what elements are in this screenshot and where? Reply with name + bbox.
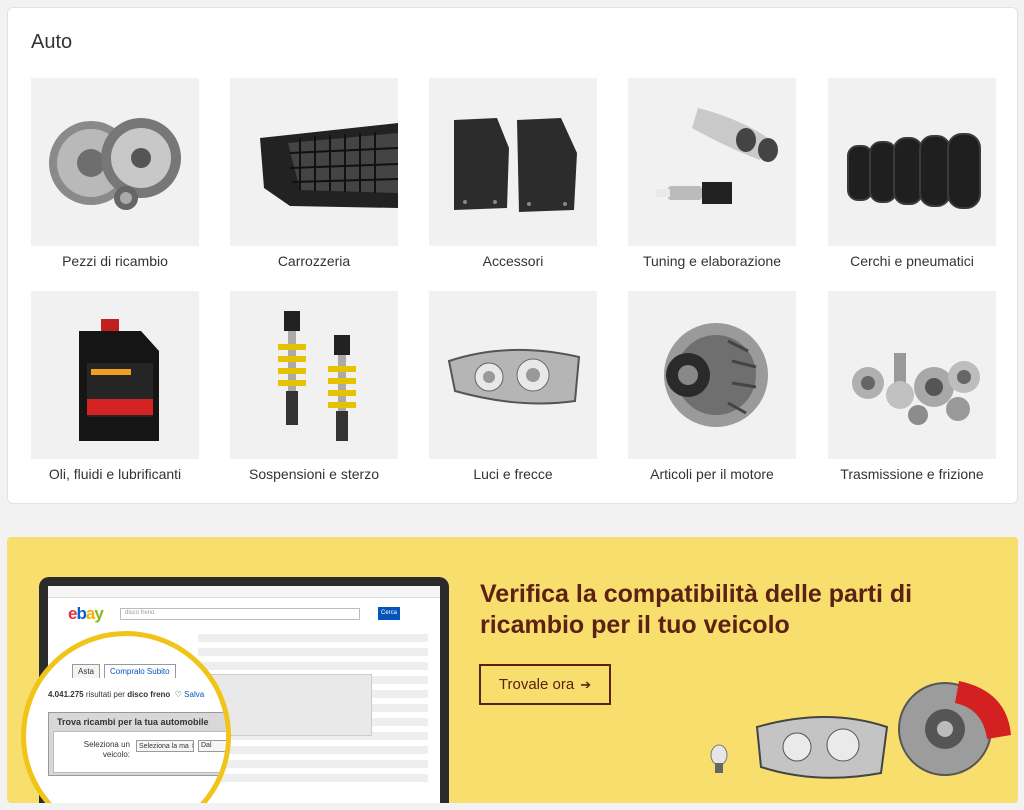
tires-image: [828, 78, 996, 246]
category-label: Luci e frecce: [473, 466, 553, 482]
auto-categories-card: Auto Pezzi di ricambio Carrozzeria Acces…: [7, 7, 1018, 504]
category-label: Articoli per il motore: [650, 466, 774, 482]
screen-topbar: [48, 586, 440, 598]
brake-disc-icon: [898, 681, 1011, 776]
select-year: Dal: [198, 740, 226, 752]
tab-compralo-subito: Compralo Subito: [104, 664, 176, 678]
category-tile-trasmissione[interactable]: Trasmissione e frizione: [828, 291, 996, 482]
category-label: Cerchi e pneumatici: [850, 253, 974, 269]
finder-title: Trova ricambi per la tua automobile: [57, 717, 209, 727]
headlight-icon: [755, 716, 889, 779]
front-bumper-image: [230, 78, 398, 246]
magnified-results-count: 4.041.275 risultati per disco freno ♡ Sa…: [48, 690, 205, 699]
compatibility-banner: ebay disco freno Cerca Asta Compralo Sub…: [7, 537, 1018, 803]
category-tile-oli[interactable]: Oli, fluidi e lubrificanti: [31, 291, 199, 482]
category-label: Oli, fluidi e lubrificanti: [48, 466, 182, 482]
category-label: Pezzi di ricambio: [62, 253, 168, 269]
section-title: Auto: [31, 31, 73, 53]
magnified-tabs: Asta Compralo Subito: [72, 664, 176, 678]
banner-title: Verifica la compatibilità delle parti di…: [480, 580, 913, 639]
heart-icon: ♡: [174, 690, 182, 699]
category-tile-motore[interactable]: Articoli per il motore: [628, 291, 796, 482]
category-label: Accessori: [482, 253, 544, 269]
tab-asta: Asta: [72, 664, 101, 678]
category-tile-pezzi-di-ricambio[interactable]: Pezzi di ricambio: [31, 78, 199, 269]
category-tile-sospensioni[interactable]: Sospensioni e sterzo: [230, 291, 398, 482]
coilovers-image: [230, 291, 398, 459]
category-tile-cerchi[interactable]: Cerchi e pneumatici: [828, 78, 996, 269]
find-parts-button[interactable]: Trovale ora ➔: [479, 664, 611, 705]
clutch-kit-image: [31, 78, 199, 246]
category-label: Tuning e elaborazione: [642, 253, 782, 269]
alternator-image: [628, 291, 796, 459]
ebay-logo: ebay: [68, 604, 104, 623]
oil-can-image: [31, 291, 199, 459]
laptop-illustration: ebay disco freno Cerca Asta Compralo Sub…: [21, 577, 449, 803]
category-tile-accessori[interactable]: Accessori: [429, 78, 597, 269]
exhaust-tips-image: [628, 78, 796, 246]
car-parts-illustration: [710, 681, 1011, 779]
select-vehicle-label: Seleziona un veicolo:: [83, 740, 130, 759]
headlight-image: [429, 291, 597, 459]
category-label: Sospensioni e sterzo: [249, 466, 379, 482]
screen-search-button: Cerca: [378, 607, 400, 620]
magnified-finder-box: Trova ricambi per la tua automobile Sele…: [48, 712, 226, 776]
category-tile-tuning[interactable]: Tuning e elaborazione: [628, 78, 796, 269]
category-tile-carrozzeria[interactable]: Carrozzeria: [230, 78, 398, 269]
floor-mats-image: [429, 78, 597, 246]
select-brand: Seleziona la ma ⇕: [136, 740, 194, 752]
bearings-image: [828, 291, 996, 459]
category-label: Trasmissione e frizione: [840, 466, 984, 482]
category-label: Carrozzeria: [277, 253, 351, 269]
screen-search-input: disco freno: [120, 608, 360, 620]
category-tile-luci[interactable]: Luci e frecce: [429, 291, 597, 482]
arrow-right-icon: ➔: [580, 676, 592, 692]
bulb-icon: [710, 744, 728, 773]
magnifier-illustration: Asta Compralo Subito 4.041.275 risultati…: [21, 631, 231, 803]
